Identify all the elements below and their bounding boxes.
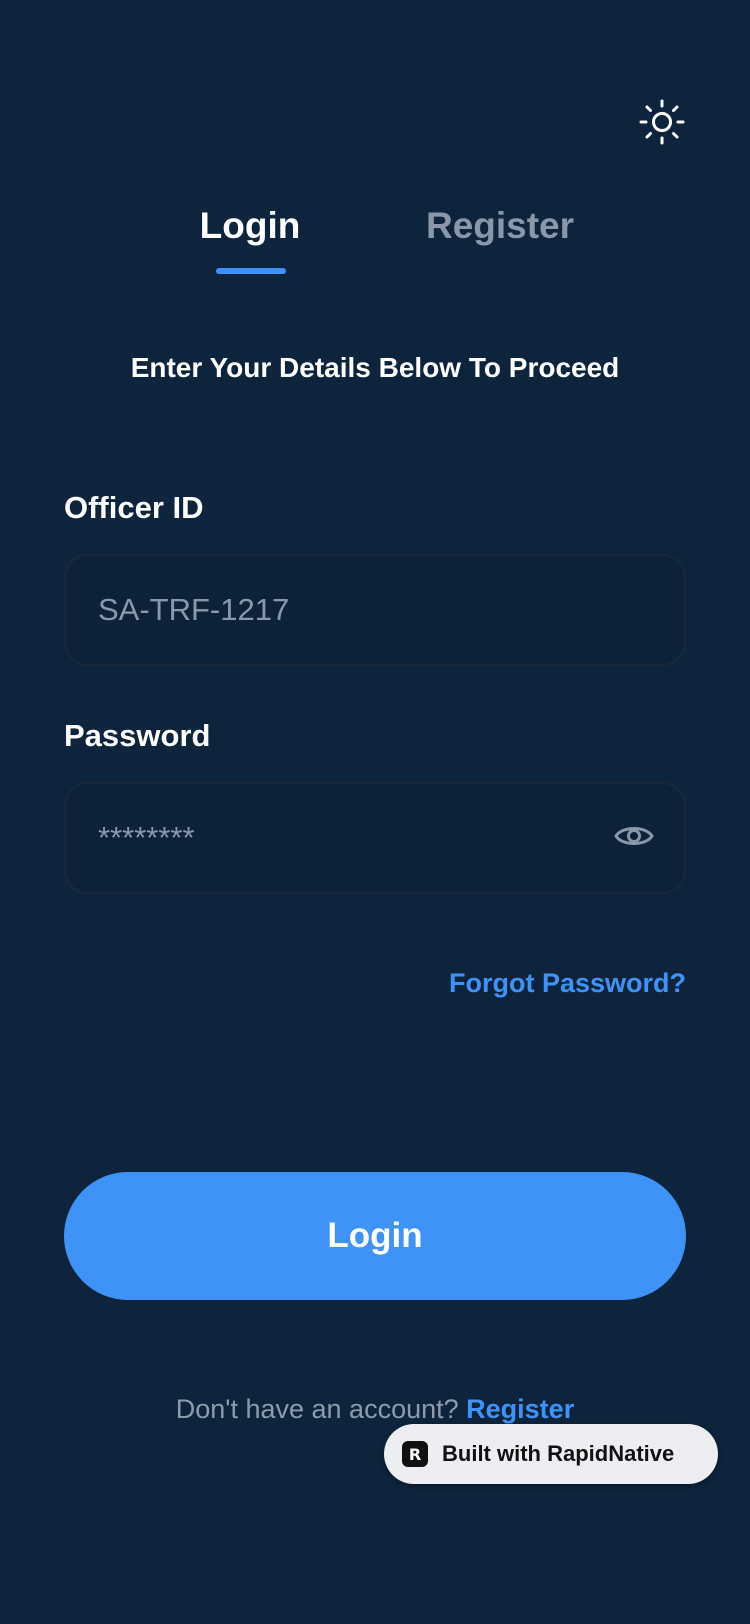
built-with-badge[interactable]: R Built with RapidNative	[384, 1424, 718, 1484]
theme-toggle-button[interactable]	[634, 96, 690, 152]
active-tab-indicator	[216, 268, 286, 274]
login-button[interactable]: Login	[64, 1172, 686, 1300]
officer-id-input[interactable]	[98, 556, 598, 664]
officer-id-field-container	[64, 554, 686, 666]
sun-icon	[639, 99, 685, 150]
register-prompt-text: Don't have an account?	[175, 1394, 459, 1424]
eye-icon	[614, 822, 654, 855]
officer-id-label: Officer ID	[64, 490, 204, 525]
register-prompt: Don't have an account? Register	[0, 1394, 750, 1425]
tab-register[interactable]: Register	[408, 196, 592, 256]
form-subtitle: Enter Your Details Below To Proceed	[130, 352, 620, 383]
password-input[interactable]	[98, 784, 598, 892]
password-visibility-toggle[interactable]	[612, 816, 656, 860]
password-label: Password	[64, 718, 211, 753]
tab-login[interactable]: Login	[180, 196, 320, 256]
badge-label: Built with RapidNative	[442, 1441, 675, 1466]
register-link[interactable]: Register	[466, 1394, 574, 1424]
password-field-container	[64, 782, 686, 894]
rapidnative-logo-icon: R	[402, 1441, 428, 1467]
forgot-password-link[interactable]: Forgot Password?	[449, 968, 686, 999]
